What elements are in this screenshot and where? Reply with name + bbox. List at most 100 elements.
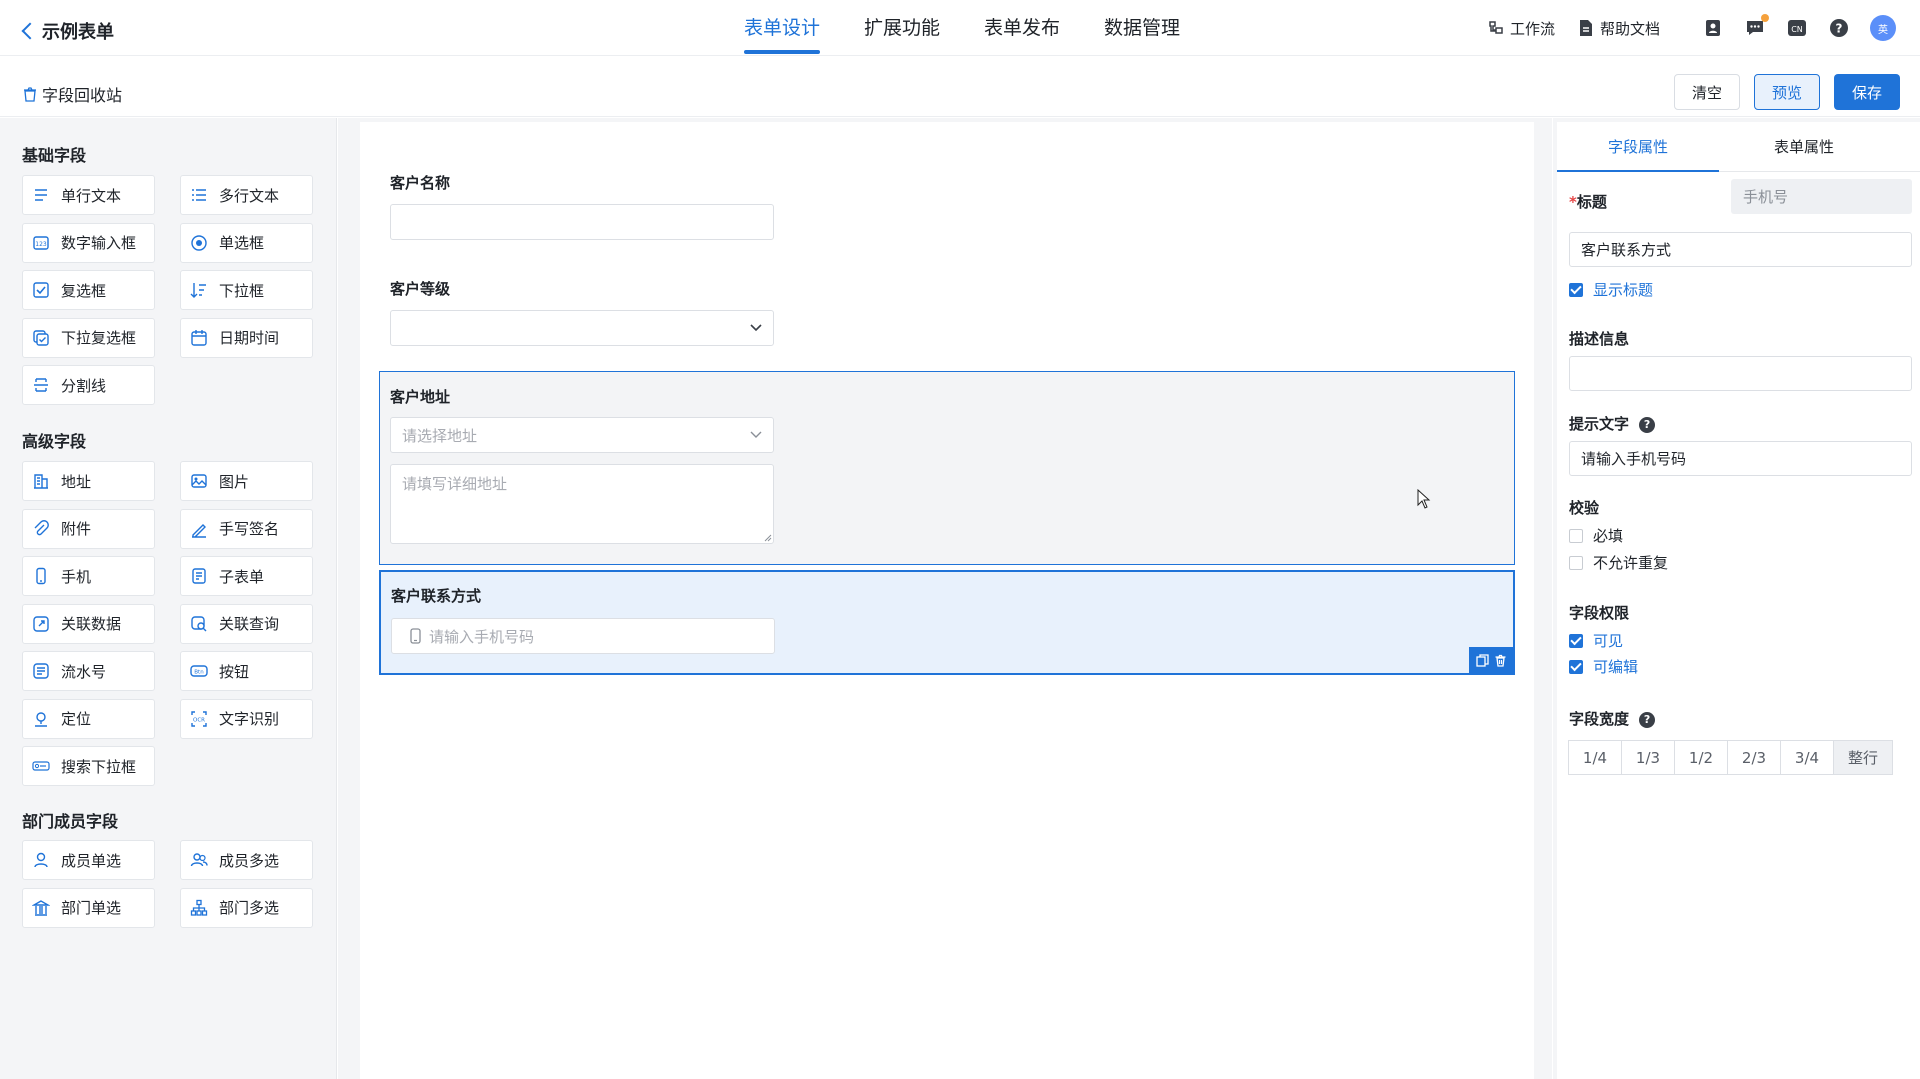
customer-address-block[interactable]: 客户地址 请选择地址 请填写详细地址 xyxy=(379,371,1515,565)
contacts-icon[interactable] xyxy=(1702,17,1724,39)
palette-item-label: 单选框 xyxy=(219,234,265,252)
link-query-icon xyxy=(189,614,209,634)
palette-item-attachment[interactable]: 附件 xyxy=(22,508,155,549)
customer-name-input[interactable] xyxy=(390,204,774,240)
tab-form-design[interactable]: 表单设计 xyxy=(744,0,821,56)
palette-item-dropdown-checkbox[interactable]: 下拉复选框 xyxy=(22,317,155,358)
workflow-link[interactable]: 工作流 xyxy=(1487,18,1555,39)
subform-icon xyxy=(189,566,209,586)
department-multi-icon xyxy=(189,898,209,918)
editable-checkbox[interactable]: 可编辑 xyxy=(1569,656,1638,677)
palette-item-label: 部门单选 xyxy=(61,899,122,917)
tab-publish[interactable]: 表单发布 xyxy=(984,0,1060,56)
help-icon[interactable]: ? xyxy=(1828,17,1850,39)
palette-item-subform[interactable]: 子表单 xyxy=(180,556,313,596)
delete-icon[interactable] xyxy=(1494,654,1507,667)
palette-item-department-single[interactable]: 部门单选 xyxy=(22,887,155,928)
palette-item-phone[interactable]: 手机 xyxy=(22,556,155,596)
field-recycle-bin[interactable]: 字段回收站 xyxy=(22,82,122,106)
palette-item-department-multi[interactable]: 部门多选 xyxy=(180,887,313,928)
palette-item-label: 多行文本 xyxy=(219,186,280,205)
hint-label: 提示文字? xyxy=(1569,413,1656,434)
palette-item-checkbox[interactable]: 复选框 xyxy=(22,270,155,310)
palette-item-label: 日期时间 xyxy=(219,329,280,347)
tab-field-properties[interactable]: 字段属性 xyxy=(1557,122,1719,172)
palette-item-member-multi[interactable]: 成员多选 xyxy=(180,840,313,880)
back-button[interactable]: 示例表单 xyxy=(21,18,114,44)
checkbox-checked-icon xyxy=(1569,633,1583,648)
palette-item-number-input[interactable]: 123 数字输入框 xyxy=(22,222,155,263)
palette-item-button[interactable]: Btn 按钮 xyxy=(180,651,313,691)
palette-item-dropdown[interactable]: 下拉框 xyxy=(180,270,313,310)
hint-input[interactable]: 请输入手机号码 xyxy=(1569,441,1912,476)
palette-item-link-query[interactable]: 关联查询 xyxy=(180,603,313,644)
required-checkbox[interactable]: 必填 xyxy=(1569,525,1623,546)
palette-item-ocr[interactable]: OCR 文字识别 xyxy=(180,698,313,739)
help-doc-link[interactable]: 帮助文档 xyxy=(1577,18,1660,39)
member-multi-icon xyxy=(189,850,209,870)
address-detail-textarea[interactable]: 请填写详细地址 xyxy=(390,464,774,544)
no-duplicate-checkbox[interactable]: 不允许重复 xyxy=(1569,552,1668,573)
preview-button[interactable]: 预览 xyxy=(1754,74,1820,110)
tab-data-management[interactable]: 数据管理 xyxy=(1104,0,1180,56)
address-select-placeholder: 请选择地址 xyxy=(402,426,478,445)
palette-item-search-dropdown[interactable]: 搜索下拉框 xyxy=(22,746,155,786)
palette-item-calendar[interactable]: 日期时间 xyxy=(180,317,313,358)
address-detail-placeholder: 请填写详细地址 xyxy=(402,475,508,493)
copy-icon[interactable] xyxy=(1475,653,1489,667)
help-tooltip-icon[interactable]: ? xyxy=(1639,416,1656,433)
language-icon[interactable]: CN xyxy=(1786,17,1808,39)
search-dropdown-icon xyxy=(31,756,51,776)
width-1-2[interactable]: 1/2 xyxy=(1674,740,1728,775)
palette-item-radio[interactable]: 单选框 xyxy=(180,222,313,263)
show-title-checkbox[interactable]: 显示标题 xyxy=(1569,279,1653,300)
tab-form-properties[interactable]: 表单属性 xyxy=(1723,122,1885,172)
help-tooltip-icon[interactable]: ? xyxy=(1639,711,1656,728)
width-full[interactable]: 整行 xyxy=(1833,740,1893,775)
palette-item-multi-line-text[interactable]: 多行文本 xyxy=(180,175,313,215)
validation-label: 校验 xyxy=(1569,499,1600,517)
address-select[interactable]: 请选择地址 xyxy=(390,417,774,453)
palette-item-label: 数字输入框 xyxy=(61,234,137,252)
svg-text:123: 123 xyxy=(35,241,47,248)
palette-item-location[interactable]: 定位 xyxy=(22,698,155,739)
title-input[interactable]: 客户联系方式 xyxy=(1569,232,1912,267)
tab-extensions[interactable]: 扩展功能 xyxy=(864,0,940,56)
palette-item-member-single[interactable]: 成员单选 xyxy=(22,840,155,880)
description-input[interactable] xyxy=(1569,356,1912,391)
palette-item-label: 手机 xyxy=(61,567,92,586)
palette-item-label: 部门多选 xyxy=(219,899,280,917)
department-single-icon xyxy=(31,898,51,918)
serial-number-icon xyxy=(31,661,51,681)
recycle-icon xyxy=(22,86,38,102)
palette-item-single-line-text[interactable]: 单行文本 xyxy=(22,175,155,215)
dropdown-icon xyxy=(189,280,209,300)
mouse-cursor-icon xyxy=(1417,489,1431,509)
width-3-4[interactable]: 3/4 xyxy=(1780,740,1834,775)
width-1-4[interactable]: 1/4 xyxy=(1568,740,1622,775)
link-data-icon xyxy=(31,614,51,634)
form-canvas[interactable]: 客户名称 客户等级 客户地址 请选择地址 请填写详细地址 客户联系方式 请输入手… xyxy=(360,122,1534,1079)
palette-item-signature[interactable]: 手写签名 xyxy=(180,508,313,549)
visible-checkbox[interactable]: 可见 xyxy=(1569,630,1623,651)
customer-address-label: 客户地址 xyxy=(390,388,451,406)
message-icon[interactable] xyxy=(1744,14,1769,39)
phone-input[interactable]: 请输入手机号码 xyxy=(391,618,775,654)
clear-button[interactable]: 清空 xyxy=(1674,74,1740,110)
palette-item-label: 成员多选 xyxy=(219,851,280,870)
resize-handle-icon xyxy=(764,534,772,542)
width-1-3[interactable]: 1/3 xyxy=(1621,740,1675,775)
palette-item-divider[interactable]: 分割线 xyxy=(22,365,155,405)
customer-contact-block[interactable]: 客户联系方式 请输入手机号码 xyxy=(379,570,1515,675)
palette-item-image[interactable]: 图片 xyxy=(180,461,313,501)
palette-item-serial-number[interactable]: 流水号 xyxy=(22,651,155,691)
customer-level-label: 客户等级 xyxy=(390,280,451,298)
customer-level-select[interactable] xyxy=(390,310,774,346)
palette-item-link-data[interactable]: 关联数据 xyxy=(22,603,155,644)
width-2-3[interactable]: 2/3 xyxy=(1727,740,1781,775)
save-button[interactable]: 保存 xyxy=(1834,74,1900,110)
field-palette: 基础字段 单行文本 多行文本 123 数字输入框 单选框 复选框 下拉框 下拉复选框 日期时间分… xyxy=(0,118,337,1079)
avatar[interactable]: 英 xyxy=(1870,15,1896,41)
palette-item-address[interactable]: 地址 xyxy=(22,461,155,501)
palette-item-label: 定位 xyxy=(61,710,92,728)
